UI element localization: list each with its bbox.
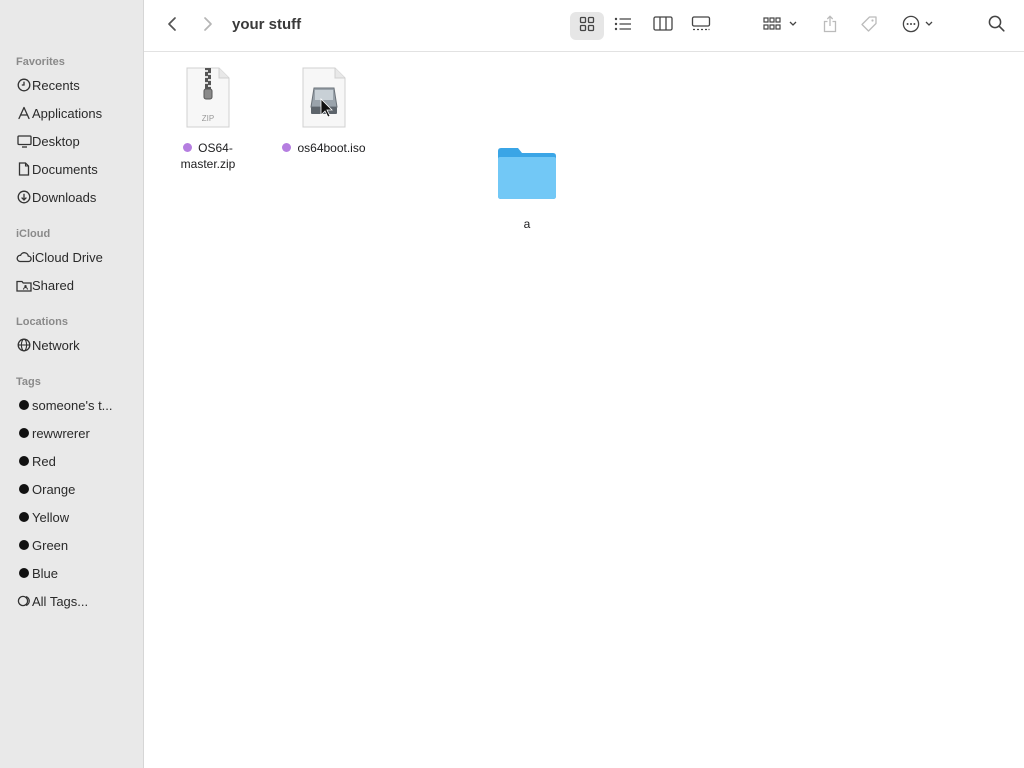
gallery-view-icon xyxy=(691,16,711,36)
sidebar-tag-item-orange[interactable]: Orange xyxy=(8,477,136,501)
sidebar-item-label: iCloud Drive xyxy=(32,249,103,265)
gallery-view-button[interactable] xyxy=(684,12,718,40)
cloud-icon xyxy=(16,249,32,265)
globe-icon xyxy=(16,337,32,353)
sidebar-item-label: Red xyxy=(32,453,56,469)
zip-archive-icon: ZIP xyxy=(184,67,232,134)
tag-dot xyxy=(282,143,292,152)
file-item-iso[interactable]: os64boot.iso xyxy=(269,67,379,156)
back-icon xyxy=(167,16,177,37)
sidebar-tag-item-red[interactable]: Red xyxy=(8,449,136,473)
all-tags-icon xyxy=(16,593,32,609)
file-name: OS64- master.zip xyxy=(181,140,236,172)
share-icon xyxy=(823,14,837,38)
icloud-section-title: iCloud xyxy=(16,228,51,240)
column-view-icon xyxy=(653,16,673,36)
shared-folder-icon xyxy=(16,277,32,293)
sidebar-item-network[interactable]: Network xyxy=(8,333,136,357)
sidebar-item-label: Yellow xyxy=(32,509,70,525)
toolbar: your stuff xyxy=(144,0,1024,52)
sidebar-item-label: Network xyxy=(32,337,80,353)
disk-image-icon xyxy=(300,67,348,134)
sidebar-item-label: someone's t... xyxy=(32,397,113,413)
sidebar-item-label: All Tags... xyxy=(32,593,89,609)
forward-icon xyxy=(203,16,213,37)
list-view-button[interactable] xyxy=(606,12,640,40)
file-name: a xyxy=(523,217,531,231)
file-name-line2: master.zip xyxy=(180,157,236,171)
column-view-button[interactable] xyxy=(646,12,680,40)
sidebar-item-desktop[interactable]: Desktop xyxy=(8,129,136,153)
group-button[interactable] xyxy=(758,12,804,40)
sidebar-item-label: Orange xyxy=(32,481,76,497)
clock-icon xyxy=(16,77,32,93)
sidebar-item-label: Applications xyxy=(32,105,103,121)
tags-section-title: Tags xyxy=(16,376,41,388)
favorites-section-title: Favorites xyxy=(16,56,65,68)
folder-icon xyxy=(496,145,558,206)
zip-icon-label: ZIP xyxy=(202,114,214,123)
sidebar-tag-item-blue[interactable]: Blue xyxy=(8,561,136,585)
tag-dot xyxy=(183,143,193,152)
desktop-icon xyxy=(16,133,32,149)
sidebar-tag-item-yellow[interactable]: Yellow xyxy=(8,505,136,529)
sidebar-item-icloud-drive[interactable]: iCloud Drive xyxy=(8,245,136,269)
sidebar-item-downloads[interactable]: Downloads xyxy=(8,185,136,209)
download-icon xyxy=(16,189,32,205)
forward-button[interactable] xyxy=(196,12,220,40)
tag-dot-icon xyxy=(16,565,32,581)
sidebar-item-recents[interactable]: Recents xyxy=(8,73,136,97)
sidebar-tag-item[interactable]: someone's t... xyxy=(8,393,136,417)
icon-view-icon xyxy=(579,16,595,37)
icon-view-button[interactable] xyxy=(570,12,604,40)
sidebar: Favorites Recents Applications Desktop D… xyxy=(0,0,144,768)
finder-window: Favorites Recents Applications Desktop D… xyxy=(0,0,1024,768)
file-browser-area[interactable]: ZIP OS64- master.zip os64boot.iso a xyxy=(145,53,1024,768)
group-icon xyxy=(763,16,799,36)
back-button[interactable] xyxy=(160,12,184,40)
tag-dot-icon xyxy=(16,509,32,525)
file-name: os64boot.iso xyxy=(282,140,366,156)
tag-dot-icon xyxy=(16,481,32,497)
file-name-line1: OS64- xyxy=(198,141,233,155)
sidebar-item-label: Documents xyxy=(32,161,98,177)
file-item-folder[interactable]: a xyxy=(485,145,569,232)
window-title: your stuff xyxy=(232,16,302,33)
tag-dot-icon xyxy=(16,397,32,413)
sidebar-item-label: Blue xyxy=(32,565,59,581)
tag-dot-icon xyxy=(16,537,32,553)
sidebar-item-label: Recents xyxy=(32,77,80,93)
tag-icon xyxy=(860,15,878,38)
sidebar-tag-item[interactable]: rewwrerer xyxy=(8,421,136,445)
locations-section-title: Locations xyxy=(16,316,68,328)
tag-dot-icon xyxy=(16,425,32,441)
share-button[interactable] xyxy=(818,12,842,40)
sidebar-item-all-tags[interactable]: All Tags... xyxy=(8,589,136,613)
sidebar-item-label: rewwrerer xyxy=(32,425,90,441)
sidebar-item-documents[interactable]: Documents xyxy=(8,157,136,181)
file-item-zip[interactable]: ZIP OS64- master.zip xyxy=(165,67,251,172)
applications-icon xyxy=(16,105,32,121)
search-button[interactable] xyxy=(982,12,1010,40)
sidebar-item-label: Green xyxy=(32,537,69,553)
document-icon xyxy=(16,161,32,177)
sidebar-item-shared[interactable]: Shared xyxy=(8,273,136,297)
search-icon xyxy=(988,15,1005,37)
sidebar-tag-item-green[interactable]: Green xyxy=(8,533,136,557)
sidebar-item-applications[interactable]: Applications xyxy=(8,101,136,125)
list-view-icon xyxy=(614,17,632,36)
sidebar-item-label: Downloads xyxy=(32,189,97,205)
more-icon xyxy=(902,15,936,38)
sidebar-item-label: Desktop xyxy=(32,133,80,149)
tag-button[interactable] xyxy=(856,12,882,40)
sidebar-item-label: Shared xyxy=(32,277,74,293)
more-actions-button[interactable] xyxy=(898,12,940,40)
tag-dot-icon xyxy=(16,453,32,469)
